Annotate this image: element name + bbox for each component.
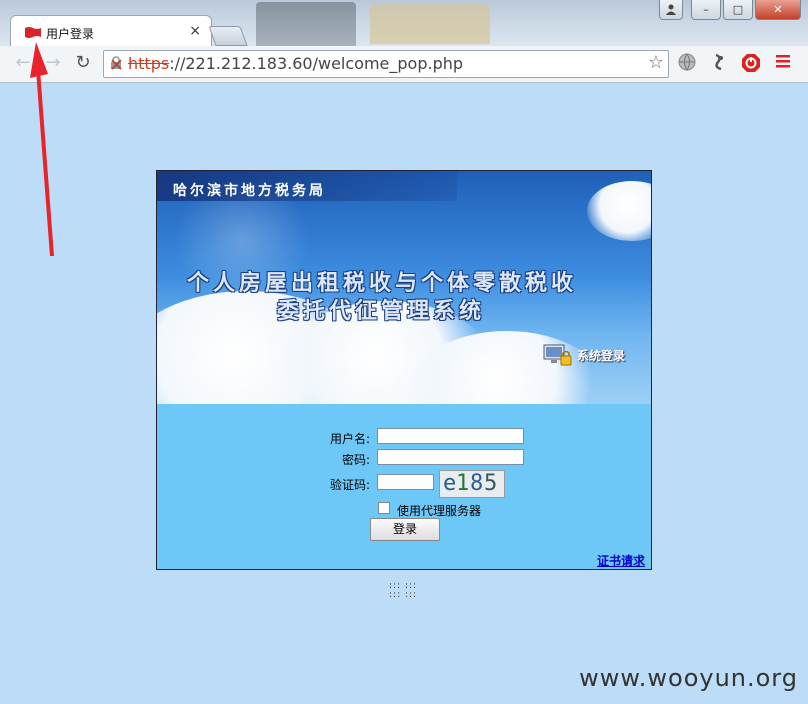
address-bar[interactable]: https://221.212.183.60/welcome_pop.php ☆ (103, 50, 669, 78)
bureau-name: 哈尔滨市地方税务局 (173, 183, 326, 199)
captcha-char: 5 (484, 471, 498, 496)
password-input[interactable] (377, 449, 524, 465)
window-titlebar: 用户登录 × – □ ✕ (0, 0, 808, 47)
url-host-path: ://221.212.183.60/welcome_pop.php (169, 54, 464, 73)
username-label: 用户名: (329, 432, 370, 446)
monitor-lock-icon (543, 344, 572, 366)
bookmark-star-icon[interactable]: ☆ (648, 52, 664, 73)
watermark-text: www.wooyun.org (579, 664, 798, 692)
username-input[interactable] (377, 428, 524, 444)
certificate-request-link[interactable]: 证书请求 (597, 552, 645, 569)
system-login-label: 系统登录 (577, 348, 626, 363)
tab-close-icon[interactable]: × (189, 23, 201, 39)
browser-toolbar: ← → ↻ https://221.212.183.60/welcome_pop… (0, 46, 808, 83)
tab-title: 用户登录 (46, 27, 95, 41)
globe-icon[interactable] (676, 53, 698, 75)
browser-tab[interactable]: 用户登录 × (10, 15, 212, 47)
captcha-input[interactable] (377, 474, 434, 490)
login-button[interactable]: 登录 (370, 518, 440, 541)
proxy-label: 使用代理服务器 (397, 504, 482, 518)
flag-icon (25, 27, 41, 38)
new-tab-button[interactable] (208, 26, 248, 46)
extension-icon[interactable] (708, 53, 730, 75)
captcha-char: 1 (456, 471, 470, 496)
footer-dots-line: ::: ::: (389, 590, 418, 600)
minimize-button[interactable]: – (691, 0, 721, 20)
system-login-tag: 系统登录 (543, 343, 625, 367)
proxy-checkbox[interactable] (378, 502, 390, 514)
url-text: https://221.212.183.60/welcome_pop.php (128, 54, 463, 73)
captcha-char: 8 (470, 471, 484, 496)
url-protocol: https (128, 54, 170, 73)
broken-lock-icon (111, 56, 122, 70)
system-title-line2: 委托代征管理系统 (277, 299, 486, 324)
reload-icon[interactable]: ↻ (72, 52, 94, 74)
system-banner: 哈尔滨市地方税务局 个人房屋出租税收与个体零散税收 委托代征管理系统 系统登录 (156, 170, 652, 405)
menu-icon[interactable] (772, 53, 794, 75)
captcha-label: 验证码: (329, 478, 370, 492)
captcha-char: e (443, 471, 457, 496)
password-label: 密码: (341, 453, 370, 467)
stop-sign-icon[interactable] (740, 53, 762, 75)
background-decoration (370, 4, 490, 44)
close-window-button[interactable]: ✕ (755, 0, 801, 20)
user-profile-icon[interactable] (659, 0, 683, 20)
maximize-button[interactable]: □ (723, 0, 753, 20)
footer-dots: ::: ::: ::: ::: (389, 582, 417, 600)
captcha-image[interactable]: e 1 8 5 (439, 470, 505, 498)
window-controls: – □ ✕ (659, 0, 801, 20)
cloud-decoration (587, 181, 651, 241)
login-form: 用户名: 密码: 验证码: e 1 8 5 使用代理服务器 登录 证书请求 (156, 404, 652, 570)
forward-arrow-icon[interactable]: → (42, 52, 64, 74)
background-decoration (256, 2, 356, 46)
back-arrow-icon[interactable]: ← (12, 52, 34, 74)
